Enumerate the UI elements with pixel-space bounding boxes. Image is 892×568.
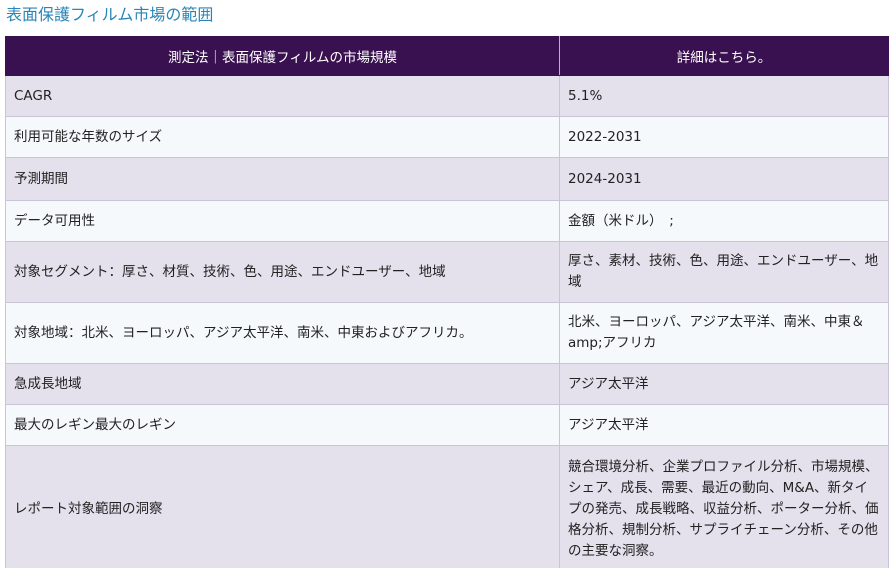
row-value-fastest-region: アジア太平洋 bbox=[559, 363, 889, 405]
row-value-largest-region: アジア太平洋 bbox=[559, 404, 889, 446]
table-row: データ可用性 金額（米ドル） ; bbox=[5, 200, 889, 242]
row-value-forecast-period: 2024-2031 bbox=[559, 157, 889, 201]
row-value-data-availability: 金額（米ドル） ; bbox=[559, 200, 889, 242]
row-value-available-years: 2022-2031 bbox=[559, 116, 889, 158]
table-header-row: 測定法｜表面保護フィルムの市場規模 詳細はこちら。 bbox=[5, 36, 889, 76]
table-row: レポート対象範囲の洞察 競合環境分析、企業プロファイル分析、市場規模、シェア、成… bbox=[5, 445, 889, 568]
market-scope-table: 測定法｜表面保護フィルムの市場規模 詳細はこちら。 CAGR 5.1% 利用可能… bbox=[5, 36, 889, 568]
row-value-segments: 厚さ、素材、技術、色、用途、エンドユーザー、地域 bbox=[559, 241, 889, 303]
row-value-cagr: 5.1% bbox=[559, 75, 889, 117]
table-row: 対象地域：北米、ヨーロッパ、アジア太平洋、南米、中東およびアフリカ。 北米、ヨー… bbox=[5, 302, 889, 364]
header-details: 詳細はこちら。 bbox=[559, 36, 889, 76]
row-label-data-availability: データ可用性 bbox=[5, 200, 560, 242]
table-row: 利用可能な年数のサイズ 2022-2031 bbox=[5, 116, 889, 158]
row-label-forecast-period: 予測期間 bbox=[5, 157, 560, 201]
table-row: 急成長地域 アジア太平洋 bbox=[5, 363, 889, 405]
row-label-regions: 対象地域：北米、ヨーロッパ、アジア太平洋、南米、中東およびアフリカ。 bbox=[5, 302, 560, 364]
table-row: 予測期間 2024-2031 bbox=[5, 157, 889, 201]
page-title: 表面保護フィルム市場の範囲 bbox=[6, 5, 214, 24]
row-value-report-coverage: 競合環境分析、企業プロファイル分析、市場規模、シェア、成長、需要、最近の動向、M… bbox=[559, 445, 889, 568]
row-label-report-coverage: レポート対象範囲の洞察 bbox=[5, 445, 560, 568]
row-label-cagr: CAGR bbox=[5, 75, 560, 117]
row-label-largest-region: 最大のレギン最大のレギン bbox=[5, 404, 560, 446]
row-label-segments: 対象セグメント：厚さ、材質、技術、色、用途、エンドユーザー、地域 bbox=[5, 241, 560, 303]
header-measurement: 測定法｜表面保護フィルムの市場規模 bbox=[5, 36, 560, 76]
row-value-regions: 北米、ヨーロッパ、アジア太平洋、南米、中東＆amp;アフリカ bbox=[559, 302, 889, 364]
table-row: CAGR 5.1% bbox=[5, 75, 889, 117]
row-label-available-years: 利用可能な年数のサイズ bbox=[5, 116, 560, 158]
page: 表面保護フィルム市場の範囲 測定法｜表面保護フィルムの市場規模 詳細はこちら。 … bbox=[0, 0, 892, 568]
table-row: 対象セグメント：厚さ、材質、技術、色、用途、エンドユーザー、地域 厚さ、素材、技… bbox=[5, 241, 889, 303]
row-label-fastest-region: 急成長地域 bbox=[5, 363, 560, 405]
table-row: 最大のレギン最大のレギン アジア太平洋 bbox=[5, 404, 889, 446]
